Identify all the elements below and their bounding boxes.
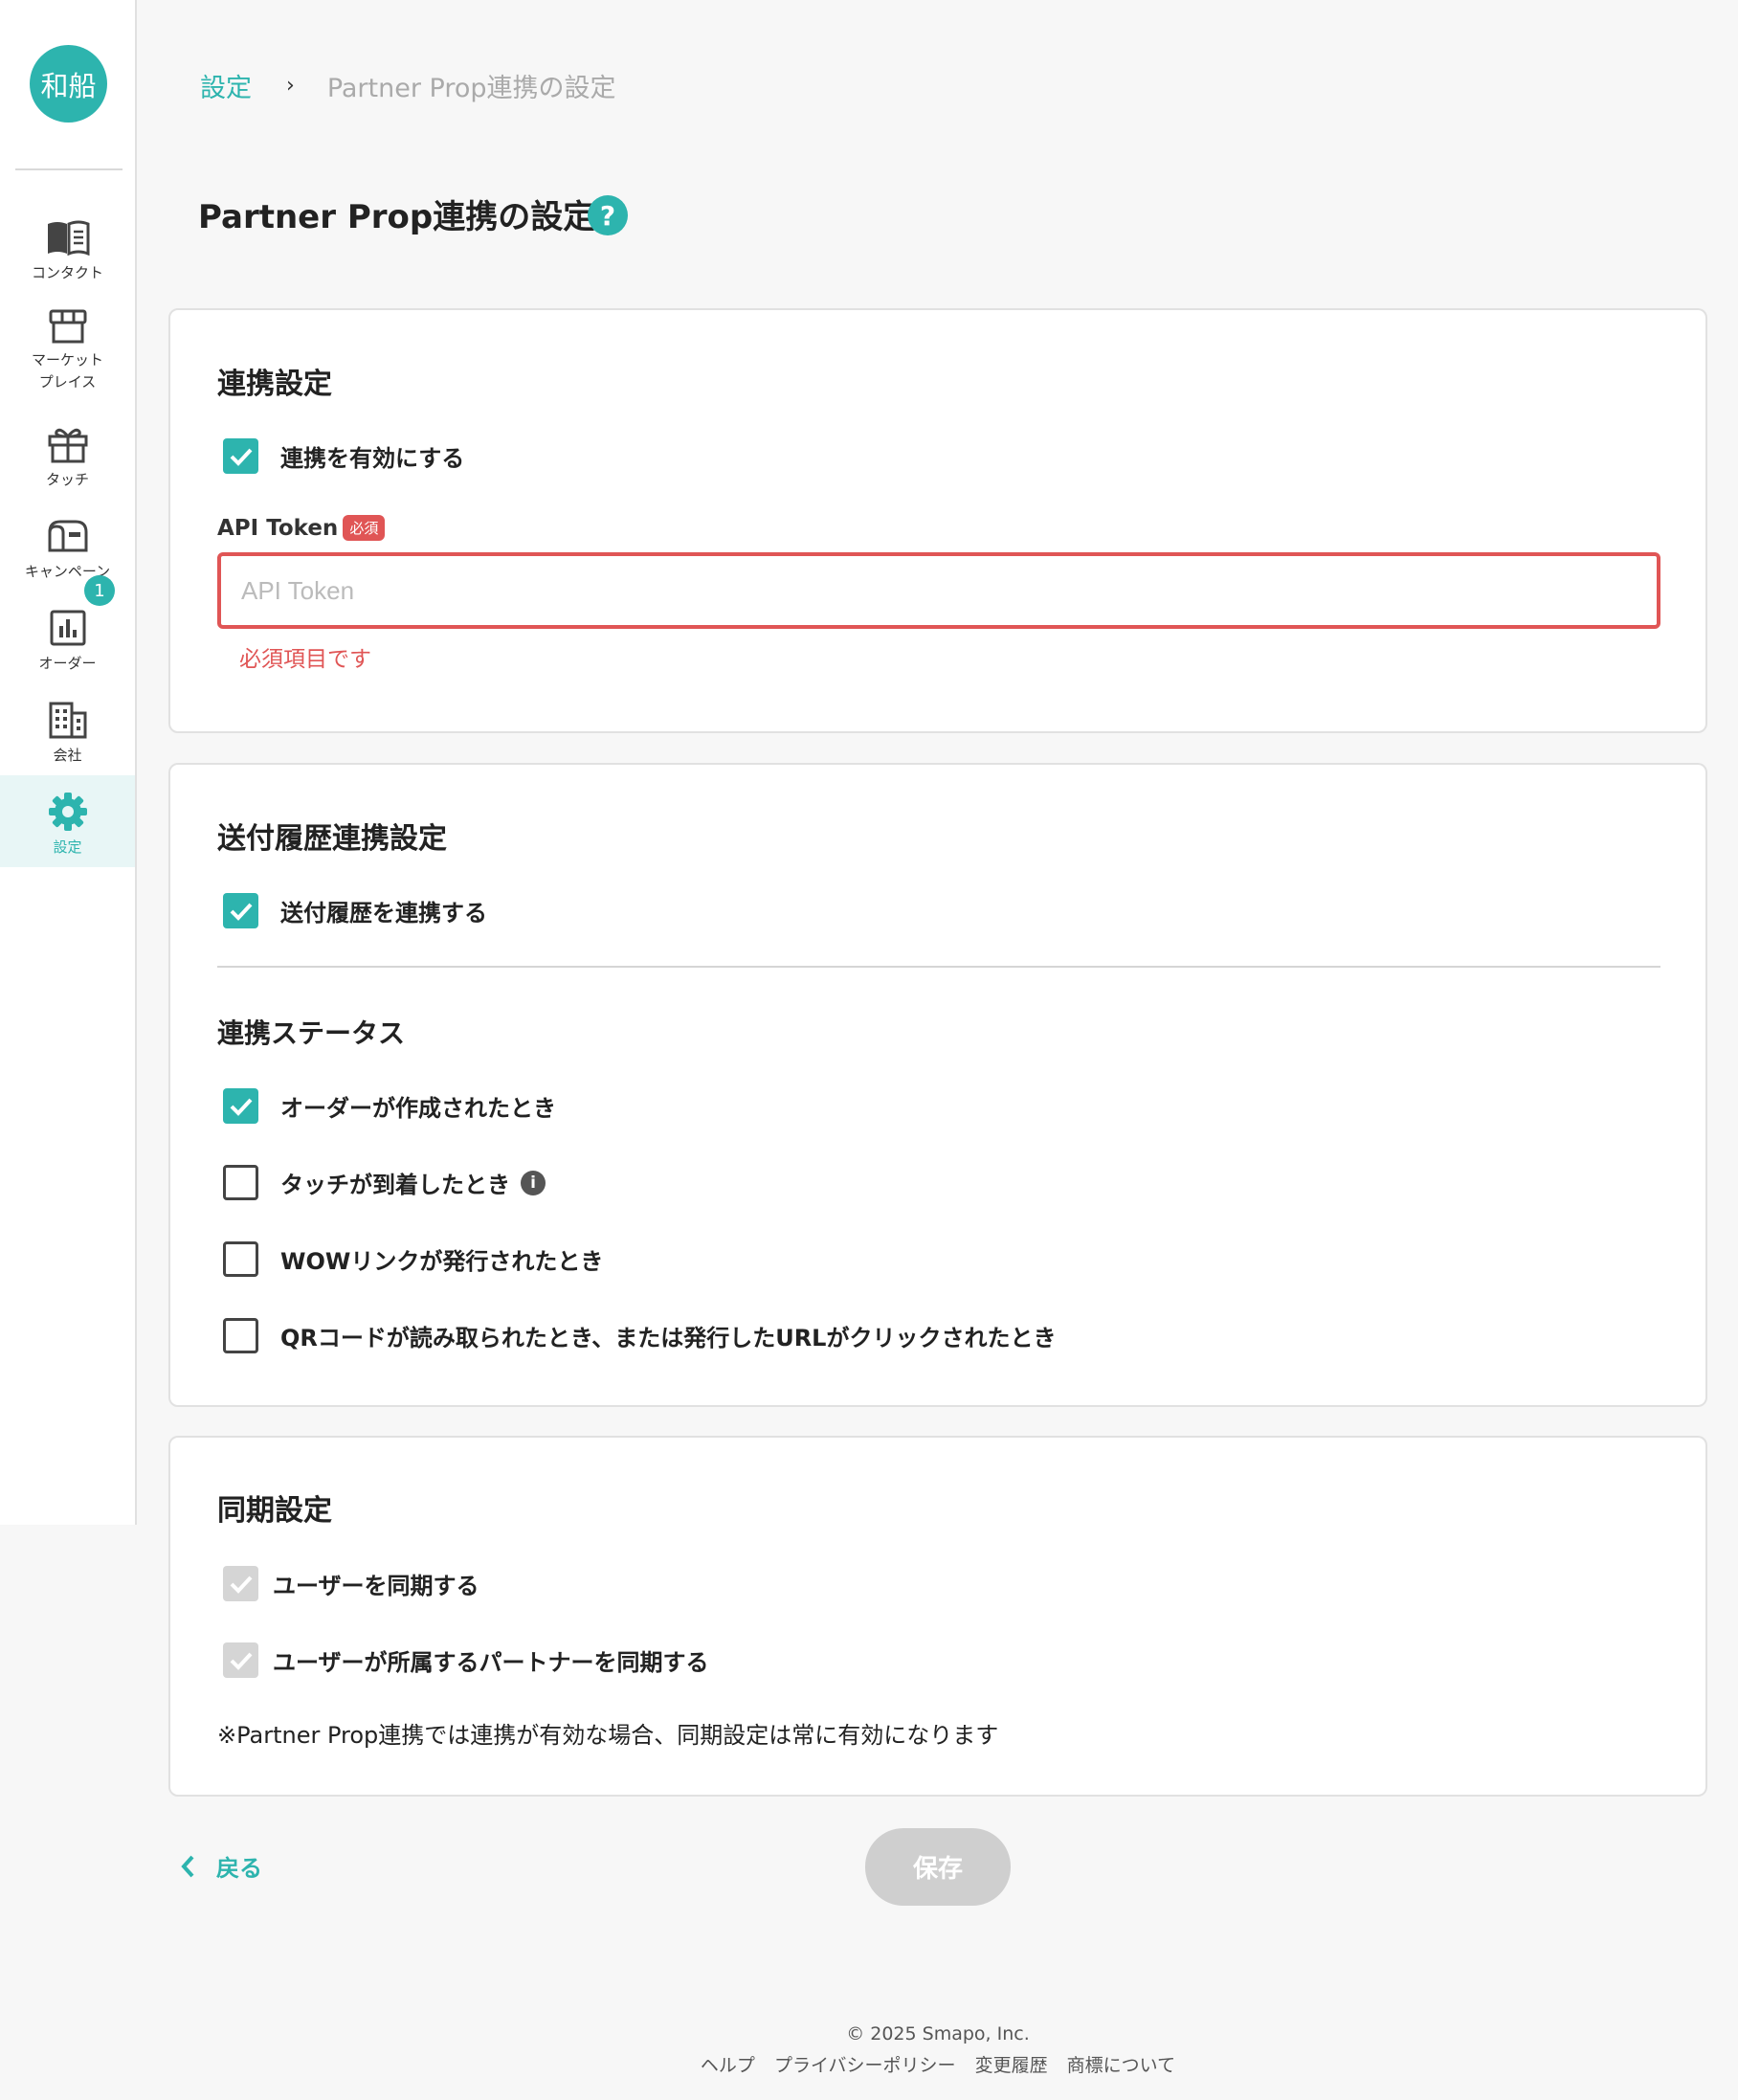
sidebar-item-contact[interactable]: コンタクト	[0, 211, 135, 302]
breadcrumb-link-settings[interactable]: 設定	[200, 67, 252, 104]
checkbox-empty-icon[interactable]	[223, 1165, 258, 1200]
chevron-left-icon	[181, 1855, 194, 1877]
footer-link-privacy[interactable]: プライバシーポリシー	[774, 2055, 956, 2076]
status-order-created-checkbox[interactable]: オーダーが作成されたとき	[223, 1088, 556, 1124]
sync-users-checkbox[interactable]: ユーザーを同期する	[223, 1566, 479, 1601]
checkbox-label: WOWリンクが発行されたとき	[280, 1248, 604, 1275]
required-badge: 必須	[343, 515, 386, 541]
info-icon[interactable]: i	[521, 1170, 546, 1195]
divider	[217, 966, 1660, 968]
history-settings-card: 送付履歴連携設定 送付履歴を連携する 連携ステータス オーダーが作成されたとき …	[168, 763, 1707, 1407]
enable-integration-checkbox[interactable]: 連携を有効にする	[223, 438, 464, 474]
checkbox-empty-icon[interactable]	[223, 1241, 258, 1277]
sync-settings-card: 同期設定 ユーザーを同期する ユーザーが所属するパートナーを同期する ※Part…	[168, 1436, 1707, 1797]
checkbox-empty-icon[interactable]	[223, 1318, 258, 1353]
sidebar-item-company[interactable]: 会社	[0, 693, 135, 785]
footer-link-trademark[interactable]: 商標について	[1067, 2055, 1175, 2076]
sidebar-item-settings[interactable]: 設定	[0, 775, 135, 867]
error-message: 必須項目です	[239, 647, 371, 672]
sidebar-divider	[15, 168, 123, 170]
copyright: © 2025 Smapo, Inc.	[846, 2023, 1030, 2044]
sidebar-item-label: 設定	[53, 838, 82, 856]
send-history-checkbox[interactable]: 送付履歴を連携する	[223, 893, 487, 928]
section-title: 同期設定	[217, 1494, 332, 1528]
status-subtitle: 連携ステータス	[217, 1017, 406, 1049]
save-button[interactable]: 保存	[865, 1828, 1011, 1906]
sidebar-item-label: コンタクト	[31, 264, 103, 281]
sidebar-item-order[interactable]: オーダー	[0, 601, 135, 693]
page-title: Partner Prop連携の設定	[198, 198, 596, 236]
sidebar-item-marketplace[interactable]: マーケット プレイス	[0, 302, 135, 393]
book-icon	[45, 214, 91, 260]
sidebar: 和船 コンタクト マーケット プレイス タッチ キャンペーン 1 オーダー 会社…	[0, 0, 137, 1525]
status-qr-code-checkbox[interactable]: QRコードが読み取られたとき、または発行したURLがクリックされたとき	[223, 1318, 1056, 1353]
status-touch-arrived-checkbox[interactable]: タッチが到着したとき i	[223, 1165, 546, 1200]
sync-partners-checkbox[interactable]: ユーザーが所属するパートナーを同期する	[223, 1642, 709, 1678]
back-button[interactable]: 戻る	[180, 1849, 262, 1883]
api-token-label: API Token 必須	[217, 515, 386, 541]
sidebar-item-label: マーケット プレイス	[31, 351, 103, 391]
breadcrumb: 設定 › Partner Prop連携の設定	[200, 67, 616, 104]
checkbox-disabled-icon[interactable]	[223, 1566, 258, 1601]
section-title: 送付履歴連携設定	[217, 822, 447, 856]
footer-links: ヘルプ プライバシーポリシー 変更履歴 商標について	[0, 2051, 1738, 2077]
sidebar-item-campaign[interactable]: キャンペーン	[0, 509, 135, 601]
checkbox-label: 連携を有効にする	[280, 445, 465, 472]
chevron-right-icon: ›	[286, 74, 295, 98]
checkbox-label: タッチが到着したとき	[280, 1172, 510, 1198]
company-logo[interactable]: 和船	[30, 45, 107, 123]
sidebar-item-label: 会社	[53, 747, 82, 764]
footer-link-help[interactable]: ヘルプ	[701, 2055, 755, 2076]
back-label: 戻る	[216, 1855, 262, 1882]
store-icon	[45, 305, 91, 347]
field-label-text: API Token	[217, 515, 339, 541]
chart-icon	[45, 605, 91, 651]
integration-settings-card: 連携設定 連携を有効にする API Token 必須 必須項目です	[168, 308, 1707, 733]
sidebar-item-label: オーダー	[38, 655, 97, 672]
breadcrumb-current: Partner Prop連携の設定	[326, 74, 616, 103]
mailbox-icon	[45, 513, 91, 559]
sync-note: ※Partner Prop連携では連携が有効な場合、同期設定は常に有効になります	[217, 1722, 999, 1749]
gift-icon	[45, 421, 91, 467]
checkbox-label: オーダーが作成されたとき	[280, 1095, 556, 1122]
building-icon	[45, 697, 91, 743]
checkbox-checked-icon[interactable]	[223, 438, 258, 474]
checkbox-label: QRコードが読み取られたとき、または発行したURLがクリックされたとき	[280, 1325, 1057, 1352]
api-token-input[interactable]	[217, 552, 1660, 629]
checkbox-checked-icon[interactable]	[223, 1088, 258, 1124]
checkbox-label: 送付履歴を連携する	[280, 900, 487, 927]
status-wow-link-checkbox[interactable]: WOWリンクが発行されたとき	[223, 1241, 603, 1277]
checkbox-label: ユーザーが所属するパートナーを同期する	[273, 1649, 709, 1676]
footer-link-changelog[interactable]: 変更履歴	[975, 2055, 1048, 2076]
checkbox-disabled-icon[interactable]	[223, 1642, 258, 1678]
help-icon[interactable]: ?	[588, 195, 628, 235]
checkbox-label: ユーザーを同期する	[273, 1573, 479, 1599]
sidebar-item-label: タッチ	[45, 471, 89, 488]
sidebar-item-touch[interactable]: タッチ	[0, 417, 135, 509]
gear-icon	[45, 789, 91, 835]
section-title: 連携設定	[217, 368, 332, 401]
checkbox-checked-icon[interactable]	[223, 893, 258, 928]
